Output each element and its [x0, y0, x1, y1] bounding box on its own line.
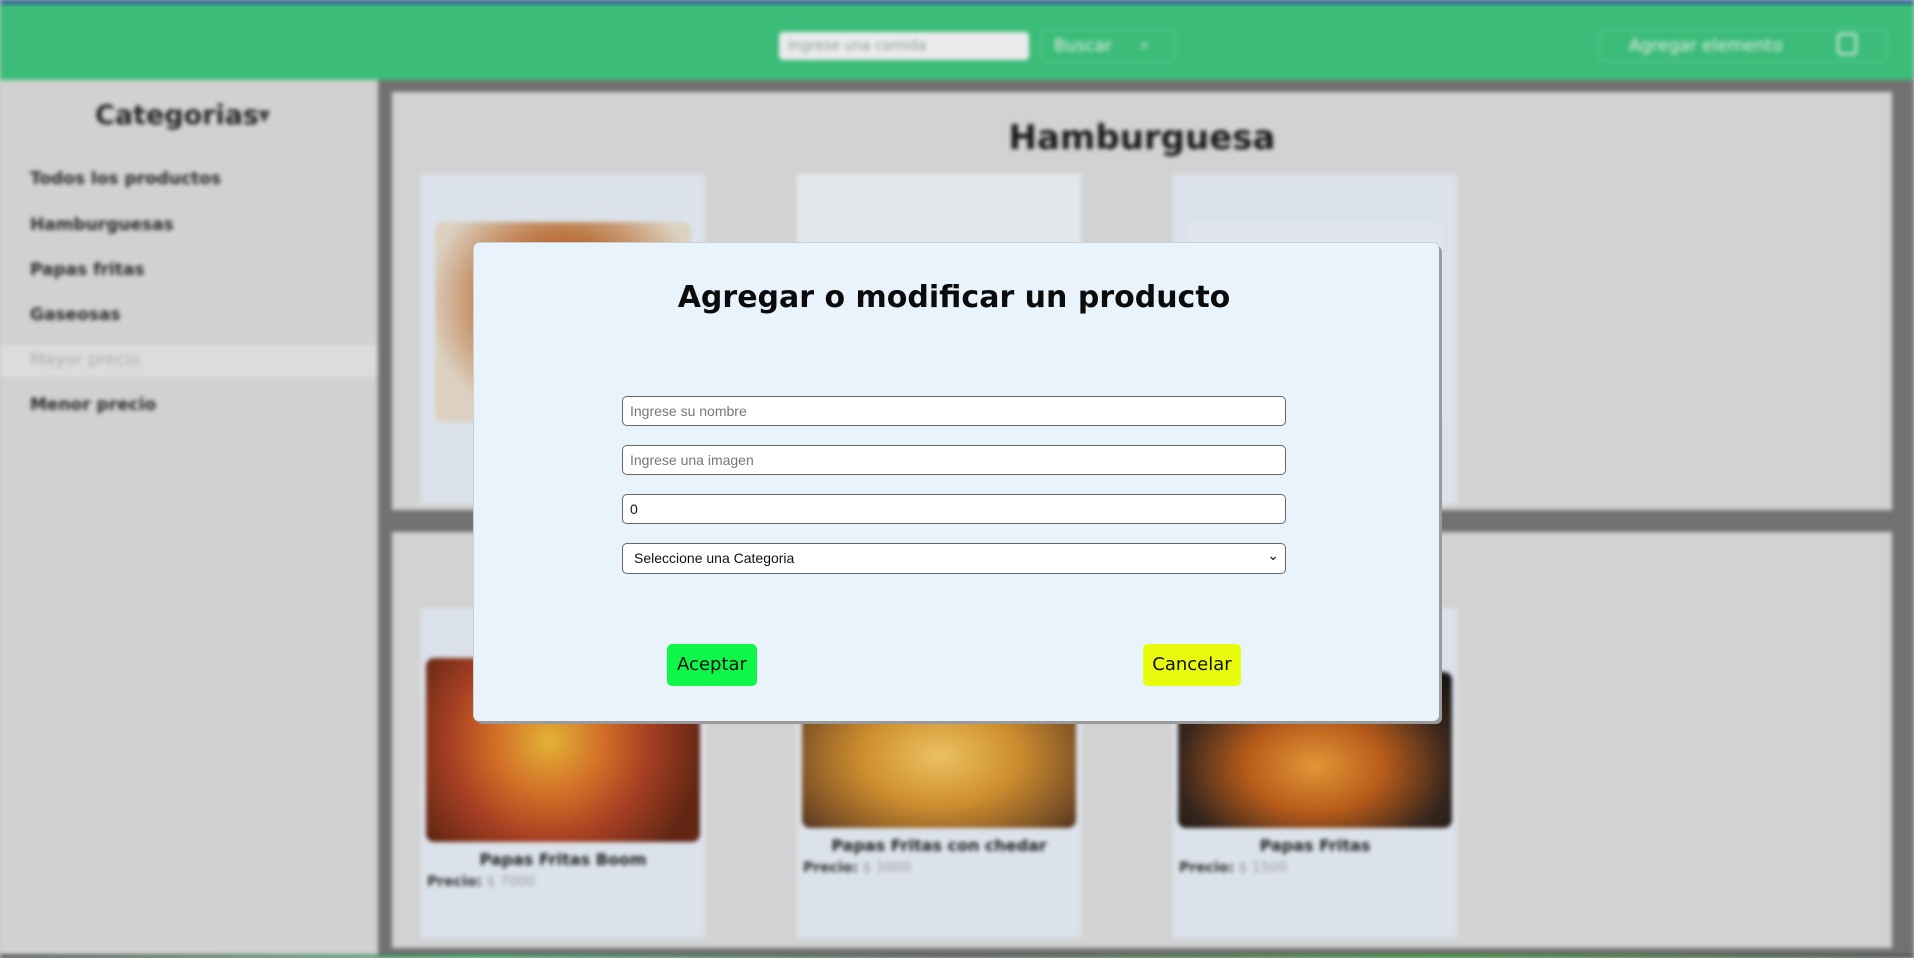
product-name-input[interactable]	[622, 396, 1286, 426]
accept-button[interactable]: Aceptar	[667, 644, 757, 686]
chevron-down-icon: ⌄	[1267, 547, 1279, 563]
cancel-button[interactable]: Cancelar	[1143, 644, 1241, 686]
product-image-input[interactable]	[622, 445, 1286, 475]
modal-title: Agregar o modificar un producto	[677, 280, 1231, 315]
category-select[interactable]: Seleccione una Categoria ⌄	[622, 543, 1286, 574]
category-select-value: Seleccione una Categoria	[634, 550, 795, 566]
product-price-input[interactable]	[622, 494, 1286, 524]
product-modal: Agregar o modificar un producto Seleccio…	[474, 243, 1439, 721]
